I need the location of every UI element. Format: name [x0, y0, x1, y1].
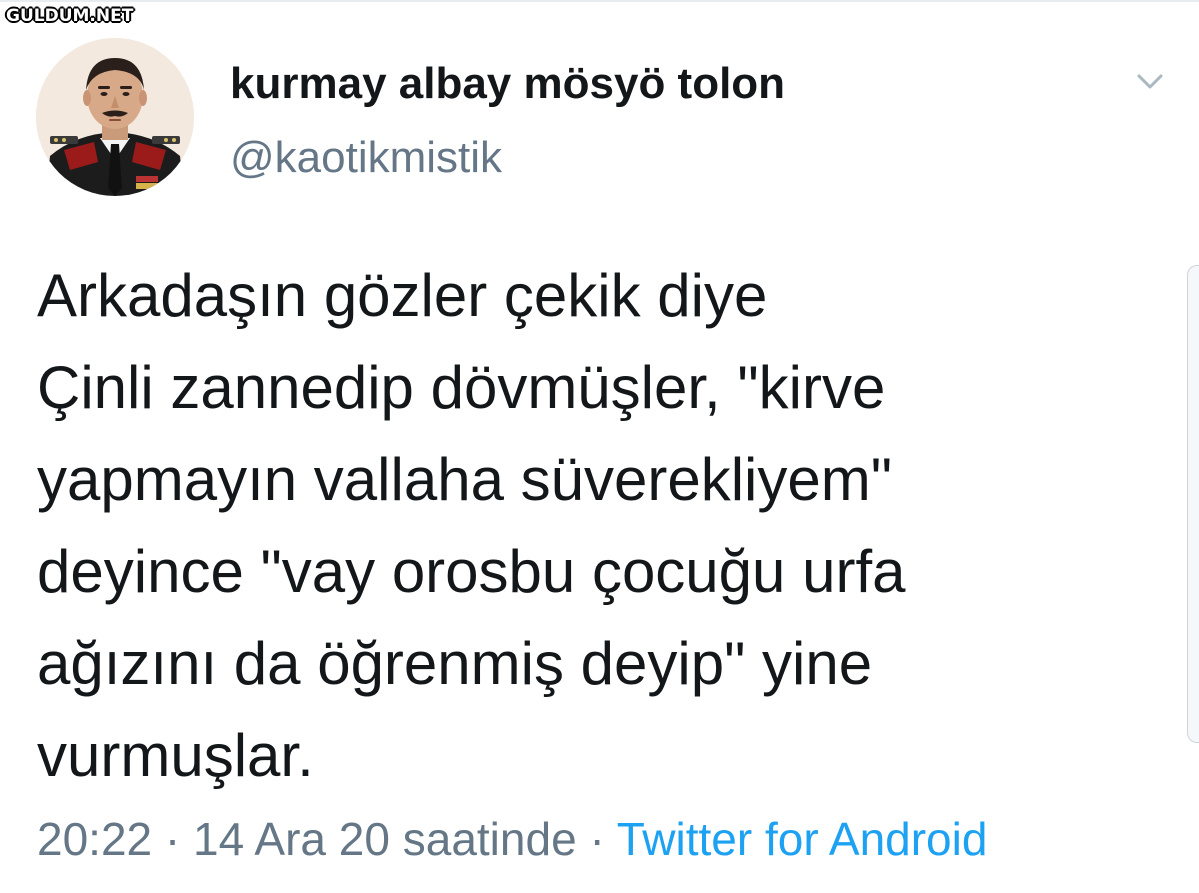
tweet-source-link[interactable]: Twitter for Android	[617, 813, 988, 865]
side-handle[interactable]	[1187, 265, 1199, 743]
avatar[interactable]	[36, 38, 194, 196]
user-handle[interactable]: @kaotikmistik	[230, 130, 502, 186]
tweet-time[interactable]: 20:22	[37, 813, 152, 865]
tweet-text: Arkadaşın gözler çekik diye Çinli zanned…	[37, 262, 906, 789]
tweet-date[interactable]: 14 Ara 20 saatinde	[193, 813, 577, 865]
profile-photo	[36, 38, 194, 196]
chevron-down-icon	[1137, 74, 1163, 89]
tweet-metadata: 20:22 · 14 Ara 20 saatinde · Twitter for…	[37, 808, 987, 870]
meta-separator: ·	[164, 813, 181, 865]
display-name[interactable]: kurmay albay mösyö tolon	[230, 56, 785, 112]
top-divider	[0, 0, 1199, 2]
meta-separator-2: ·	[589, 813, 605, 865]
watermark-logo: GULDUM.NET	[6, 6, 134, 26]
more-menu-button[interactable]	[1128, 64, 1172, 100]
